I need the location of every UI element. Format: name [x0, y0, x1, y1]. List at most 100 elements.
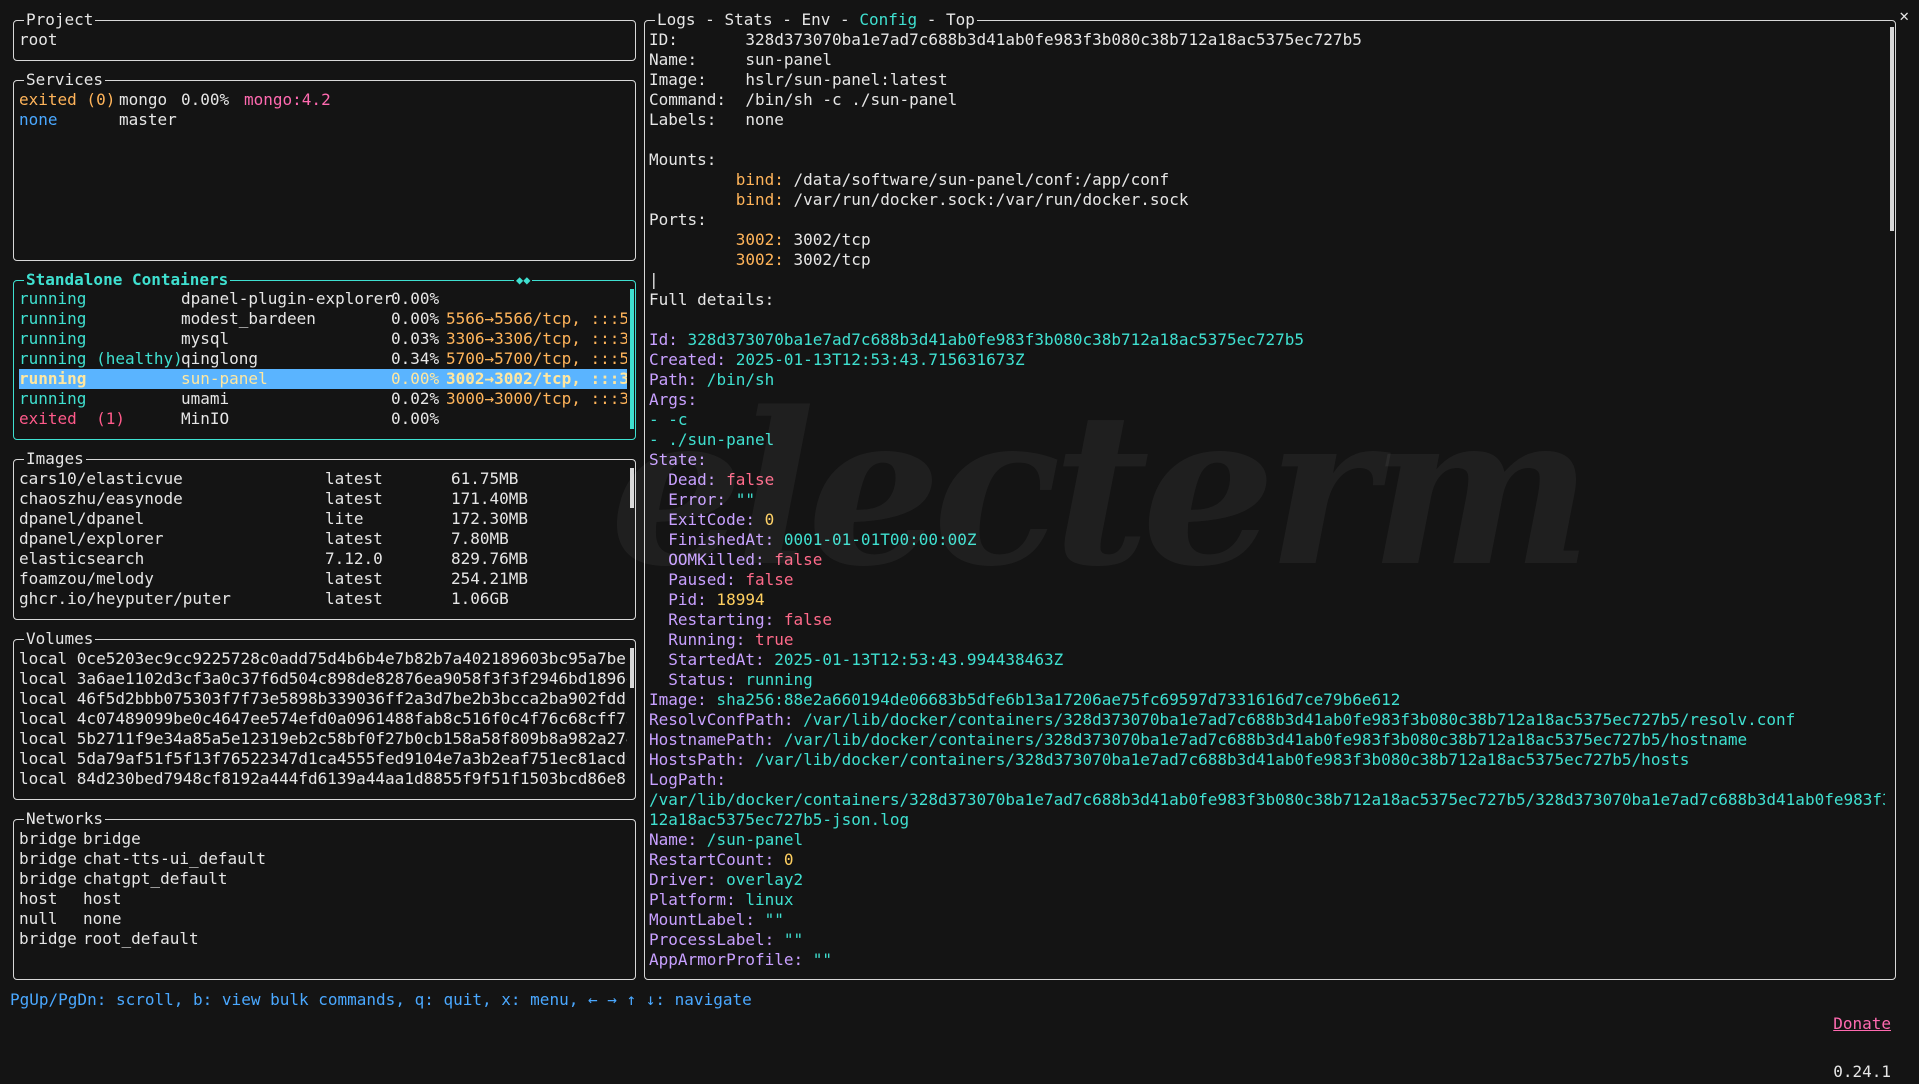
config-segment: "": [774, 930, 804, 949]
container-row[interactable]: running dpanel-plugin-explorer 0.00%: [19, 289, 627, 309]
project-panel[interactable]: Project root: [13, 10, 636, 61]
volume-row[interactable]: local 3a6ae1102d3cf3a0c37f6d504c898de828…: [19, 669, 627, 689]
service-status: exited (0): [19, 90, 116, 109]
project-name[interactable]: root: [19, 30, 630, 50]
service-name: master: [119, 110, 177, 129]
tab-config[interactable]: Config: [859, 10, 917, 29]
network-row[interactable]: bridge root_default: [19, 929, 630, 949]
config-segment: HostnamePath:: [649, 730, 775, 749]
config-segment: 0: [754, 510, 775, 529]
donate-link[interactable]: Donate: [1833, 1014, 1891, 1033]
config-line: Platform: linux: [649, 890, 1885, 910]
tab-env[interactable]: Env: [802, 10, 831, 29]
container-row[interactable]: running sun-panel 0.00% 3002→3002/tcp, :::3…: [19, 369, 627, 389]
network-driver: host: [19, 889, 58, 908]
container-row[interactable]: running (healthy) qinglong 0.34% 5700→5700/…: [19, 349, 627, 369]
config-segment: Created:: [649, 350, 727, 369]
service-status: none: [19, 110, 58, 129]
config-segment: Dead:: [649, 470, 717, 489]
config-line: FinishedAt: 0001-01-01T00:00:00Z: [649, 530, 1885, 550]
config-line: Paused: false: [649, 570, 1885, 590]
image-tag: lite: [325, 509, 364, 528]
image-row[interactable]: chaoszhu/easynode latest 171.40MB: [19, 489, 627, 509]
volume-row[interactable]: local 46f5d2bbb075303f7f73e5898b339036ff…: [19, 689, 627, 709]
tab-separator: -: [830, 10, 860, 29]
image-row[interactable]: ghcr.io/heyputer/puter latest 1.06GB: [19, 589, 627, 609]
network-name: none: [83, 909, 122, 928]
close-icon[interactable]: ✕: [1899, 6, 1909, 25]
details-panel[interactable]: Logs - Stats - Env - Config - Top ID: 32…: [644, 10, 1896, 980]
networks-panel[interactable]: Networks bridge bridge bridge chat-tts-ui_d…: [13, 809, 636, 980]
version-label: 0.24.1: [1833, 1062, 1891, 1081]
container-status: running: [19, 369, 87, 388]
volumes-scrollbar[interactable]: [630, 648, 634, 688]
config-segment: - -c: [649, 410, 688, 429]
network-name: bridge: [83, 829, 141, 848]
image-row[interactable]: dpanel/explorer latest 7.80MB: [19, 529, 627, 549]
tab-logs[interactable]: Logs: [657, 10, 696, 29]
container-cpu: 0.00%: [391, 369, 440, 388]
config-line: ID: 328d373070ba1e7ad7c688b3d41ab0fe983f…: [649, 30, 1885, 50]
network-driver: bridge: [19, 829, 77, 848]
container-row[interactable]: running mysql 0.03% 3306→3306/tcp, :::33: [19, 329, 627, 349]
service-name: mongo: [119, 90, 168, 109]
network-row[interactable]: host host: [19, 889, 630, 909]
config-segment: /var/lib/docker/containers/328d373070ba1…: [649, 790, 1885, 809]
config-segment: overlay2: [716, 870, 804, 889]
image-row[interactable]: foamzou/melody latest 254.21MB: [19, 569, 627, 589]
tab-top[interactable]: Top: [946, 10, 975, 29]
config-segment: OOMKilled:: [649, 550, 765, 569]
image-row[interactable]: cars10/elasticvue latest 61.75MB: [19, 469, 627, 489]
network-row[interactable]: null none: [19, 909, 630, 929]
images-scrollbar[interactable]: [630, 468, 634, 508]
network-row[interactable]: bridge bridge: [19, 829, 630, 849]
volume-row[interactable]: local 4c07489099be0c4647ee574efd0a096148…: [19, 709, 627, 729]
config-segment: Command:: [649, 90, 746, 109]
config-segment: 3002/tcp: [783, 250, 871, 269]
container-status: running (healthy): [19, 349, 183, 368]
tab-stats[interactable]: Stats: [724, 10, 772, 29]
network-row[interactable]: bridge chatgpt_default: [19, 869, 630, 889]
volume-row[interactable]: local 5b2711f9e34a85a5e12319eb2c58bf0f27…: [19, 729, 627, 749]
image-size: 1.06GB: [451, 589, 509, 608]
image-tag: latest: [325, 529, 383, 548]
details-scrollbar[interactable]: [1890, 27, 1894, 231]
config-line: 3002: 3002/tcp: [649, 250, 1885, 270]
config-line: LogPath:: [649, 770, 1885, 790]
container-row[interactable]: running umami 0.02% 3000→3000/tcp, :::30: [19, 389, 627, 409]
image-row[interactable]: elasticsearch 7.12.0 829.76MB: [19, 549, 627, 569]
image-name: chaoszhu/easynode: [19, 489, 183, 508]
volume-row[interactable]: local 5da79af51f5f13f76522347d1ca4555fed…: [19, 749, 627, 769]
service-row[interactable]: exited (0) mongo 0.00% mongo:4.2: [19, 90, 630, 110]
image-size: 829.76MB: [451, 549, 529, 568]
container-cpu: 0.00%: [391, 289, 440, 308]
container-name: dpanel-plugin-explorer: [181, 289, 393, 308]
config-segment: 12a18ac5375ec727b5-json.log: [649, 810, 910, 829]
network-name: host: [83, 889, 122, 908]
image-tag: latest: [325, 489, 383, 508]
config-segment: [649, 170, 736, 189]
volume-row[interactable]: local 84d230bed7948cf8192a444fd6139a44aa…: [19, 769, 627, 789]
config-segment: StartedAt:: [649, 650, 765, 669]
config-segment: linux: [735, 890, 794, 909]
container-row[interactable]: running modest_bardeen 0.00% 5566→5566/tcp,…: [19, 309, 627, 329]
volumes-panel[interactable]: Volumes local 0ce5203ec9cc9225728c0add75…: [13, 629, 636, 800]
images-panel[interactable]: Images cars10/elasticvue latest 61.75MB cha…: [13, 449, 636, 620]
config-segment: - ./sun-panel: [649, 430, 775, 449]
containers-panel[interactable]: Standalone Containers ◆◆ running dpanel-p…: [13, 270, 636, 440]
config-segment: 0: [774, 850, 794, 869]
services-panel[interactable]: Services exited (0) mongo 0.00% mongo:4.2 no…: [13, 70, 636, 261]
config-segment: 3002/tcp: [783, 230, 871, 249]
service-row[interactable]: none master: [19, 110, 630, 130]
network-row[interactable]: bridge chat-tts-ui_default: [19, 849, 630, 869]
volume-row[interactable]: local 0ce5203ec9cc9225728c0add75d4b6b4e7…: [19, 649, 627, 669]
containers-scrollbar[interactable]: [630, 289, 634, 429]
config-segment: Name:: [649, 50, 746, 69]
image-tag: latest: [325, 569, 383, 588]
container-row[interactable]: exited (1) MinIO 0.00%: [19, 409, 627, 429]
config-line: Name: /sun-panel: [649, 830, 1885, 850]
config-line: Mounts:: [649, 150, 1885, 170]
image-row[interactable]: dpanel/dpanel lite 172.30MB: [19, 509, 627, 529]
config-segment: Restarting:: [649, 610, 775, 629]
network-driver: null: [19, 909, 58, 928]
